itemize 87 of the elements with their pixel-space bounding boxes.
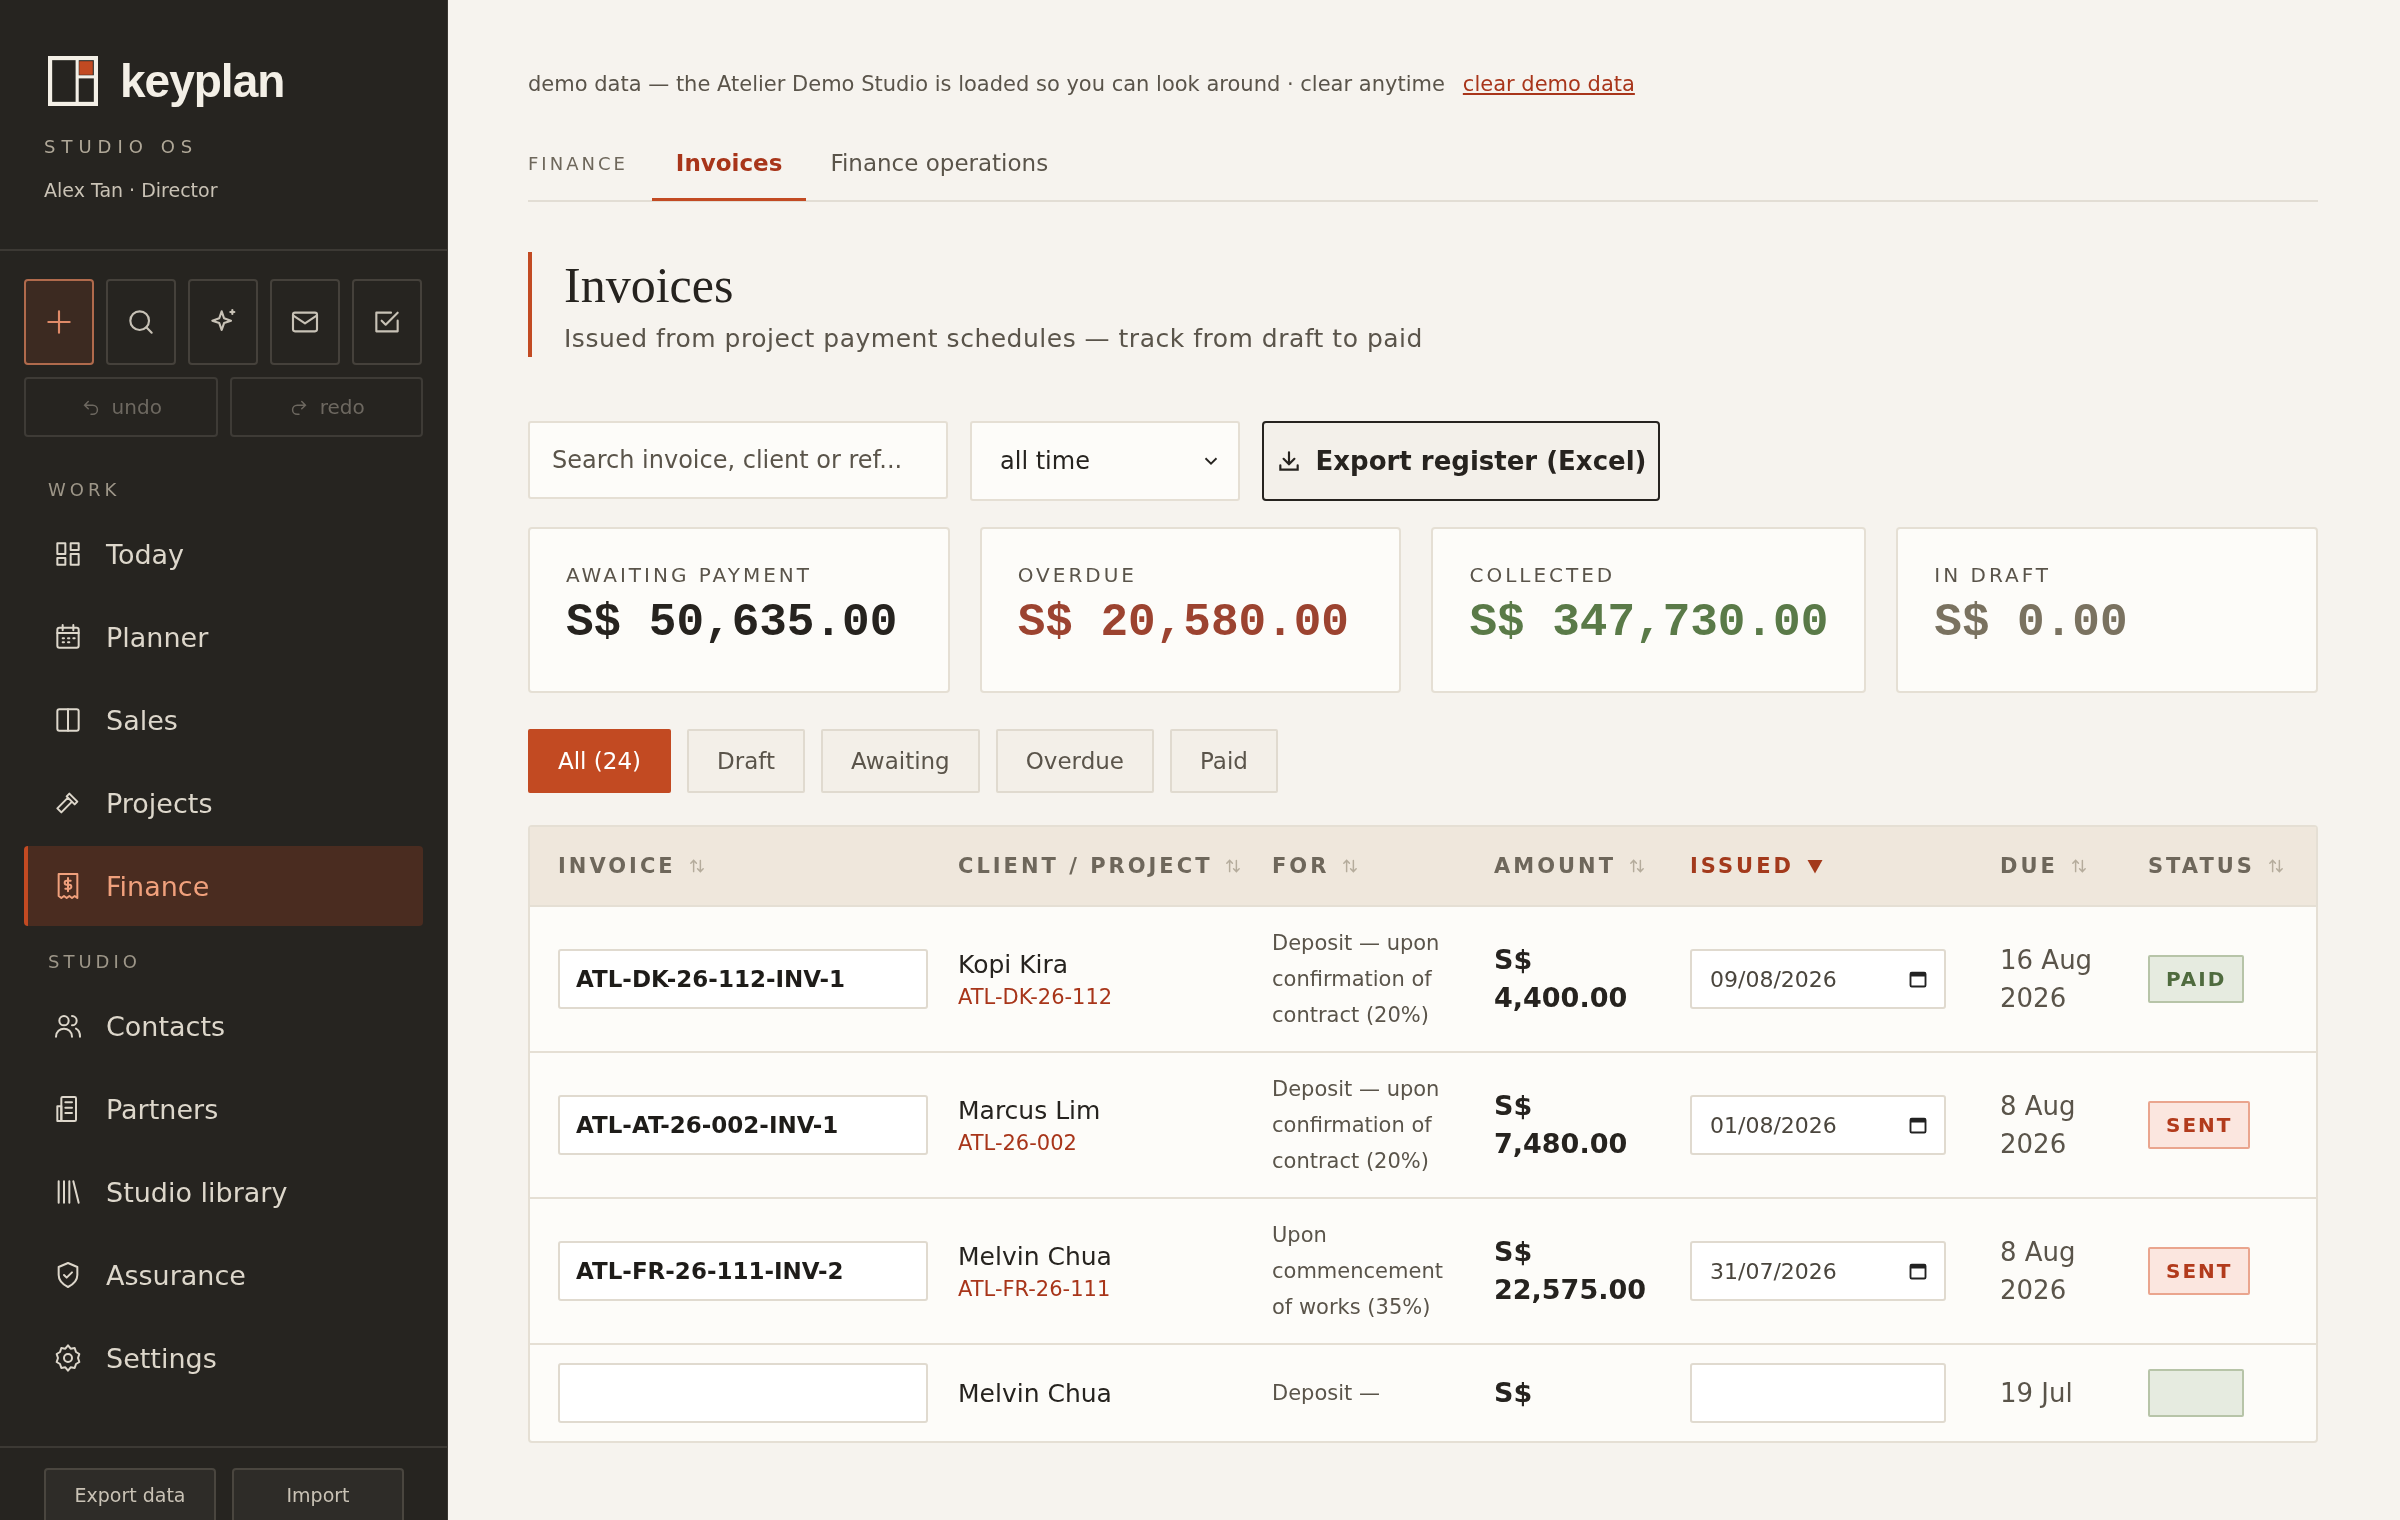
card-amount: S$ 347,730.00 xyxy=(1469,597,1829,649)
card-amount: S$ 20,580.00 xyxy=(1017,597,1350,649)
nav-item[interactable]: Partners xyxy=(24,1069,423,1149)
tasks-button[interactable] xyxy=(352,279,422,365)
client-name: Kopi Kira xyxy=(958,949,1070,979)
logo-icon xyxy=(48,56,98,106)
calendar-icon[interactable] xyxy=(1908,1115,1928,1135)
footer-button[interactable]: Export data xyxy=(44,1468,216,1520)
card-label: AWAITING PAYMENT xyxy=(566,563,813,587)
new-button[interactable] xyxy=(24,279,94,365)
sort-desc-icon[interactable] xyxy=(1805,857,1824,875)
due-date: 19 Jul xyxy=(2000,1377,2074,1410)
tab[interactable]: Finance operations xyxy=(806,127,1073,201)
nav-item[interactable]: Sales xyxy=(24,680,423,760)
section-heading: STUDIO xyxy=(47,950,142,974)
clear-demo-link[interactable]: clear demo data xyxy=(1462,72,1635,96)
mail-button[interactable] xyxy=(270,279,340,365)
project-link[interactable]: ATL-FR-26-111 xyxy=(958,1276,1272,1301)
payment-description: Deposit — upon confirmation of contract (20%) xyxy=(1272,930,1441,1029)
card-label: COLLECTED xyxy=(1469,563,1617,587)
card-label: IN DRAFT xyxy=(1934,563,2053,587)
column-header[interactable]: AMOUNT xyxy=(1494,854,1616,878)
due-date: 8 Aug 2026 xyxy=(2000,1236,2077,1307)
tab[interactable]: Invoices xyxy=(651,127,807,201)
column-header[interactable]: STATUS xyxy=(2148,854,2255,878)
invoice-number-field[interactable]: ATL-AT-26-002-INV-1 xyxy=(558,1095,928,1155)
search-field[interactable]: Search invoice, client or ref... xyxy=(528,421,948,499)
card-amount: S$ 0.00 xyxy=(1934,597,2129,649)
column-header[interactable]: INVOICE xyxy=(558,854,676,878)
due-date: 8 Aug 2026 xyxy=(2000,1090,2077,1161)
invoice-amount: S$ 22,575.00 xyxy=(1494,1235,1644,1307)
project-link[interactable]: ATL-26-002 xyxy=(958,1130,1272,1155)
nav-item[interactable]: Contacts xyxy=(24,986,423,1066)
invoice-number-field[interactable] xyxy=(558,1363,928,1423)
status-badge: SENT xyxy=(2148,1247,2251,1295)
issued-date-field[interactable] xyxy=(1690,1363,1946,1423)
brand-name: keyplan xyxy=(120,54,285,108)
invoice-number-field[interactable]: ATL-DK-26-112-INV-1 xyxy=(558,949,928,1009)
export-button[interactable]: Export register (Excel) xyxy=(1262,421,1660,501)
column-header[interactable]: CLIENT / PROJECT xyxy=(958,854,1213,878)
page-subtitle: Issued from project payment schedules — track from draft to paid xyxy=(564,324,1424,353)
filter-button[interactable]: Paid xyxy=(1169,729,1278,793)
column-header[interactable]: DUE xyxy=(2000,854,2058,878)
filter-button[interactable]: All (24) xyxy=(528,729,672,793)
nav-item[interactable]: Settings xyxy=(24,1318,423,1398)
issued-date-field[interactable]: 01/08/2026 xyxy=(1690,1095,1946,1155)
invoice-amount: S$ xyxy=(1494,1376,1534,1410)
client-name: Marcus Lim xyxy=(958,1095,1102,1125)
payment-description: Deposit — upon confirmation of contract (20%) xyxy=(1272,1076,1441,1175)
card-amount: S$ 50,635.00 xyxy=(566,597,899,649)
card-label: OVERDUE xyxy=(1017,563,1138,587)
section-heading: WORK xyxy=(47,478,122,502)
payment-description: Deposit — xyxy=(1272,1380,1381,1407)
status-badge: PAID xyxy=(2148,955,2245,1003)
nav-item[interactable]: Finance xyxy=(24,846,423,926)
filter-button[interactable]: Awaiting xyxy=(821,729,980,793)
breadcrumb: FINANCE xyxy=(528,152,628,174)
nav-item[interactable]: Planner xyxy=(24,597,423,677)
column-header[interactable]: FOR xyxy=(1272,854,1330,878)
period-select[interactable]: all time xyxy=(970,421,1240,501)
client-name: Melvin Chua xyxy=(958,1378,1113,1408)
footer-button[interactable]: Import xyxy=(232,1468,404,1520)
assistant-button[interactable] xyxy=(188,279,258,365)
issued-date-field[interactable]: 09/08/2026 xyxy=(1690,949,1946,1009)
search-button[interactable] xyxy=(106,279,176,365)
invoice-amount: S$ 7,480.00 xyxy=(1494,1089,1629,1161)
demo-notice: demo data — the Atelier Demo Studio is loaded so you can look around · clear anytime xyxy=(528,72,1445,96)
calendar-icon[interactable] xyxy=(1908,969,1928,989)
project-link[interactable]: ATL-DK-26-112 xyxy=(958,984,1272,1009)
issued-date-field[interactable]: 31/07/2026 xyxy=(1690,1241,1946,1301)
nav-item[interactable]: Assurance xyxy=(24,1235,423,1315)
nav-item[interactable]: Today xyxy=(24,514,423,594)
filter-button[interactable]: Overdue xyxy=(995,729,1154,793)
nav-item[interactable]: Projects xyxy=(24,763,423,843)
status-badge: SENT xyxy=(2148,1101,2251,1149)
column-header[interactable]: ISSUED xyxy=(1690,854,1794,878)
nav-item[interactable]: Studio library xyxy=(24,1152,423,1232)
client-name: Melvin Chua xyxy=(958,1241,1113,1271)
due-date: 16 Aug 2026 xyxy=(2000,944,2094,1015)
payment-description: Upon commencement of works (35%) xyxy=(1272,1222,1444,1321)
user-name: Alex Tan · Director xyxy=(0,157,447,251)
invoice-number-field[interactable]: ATL-FR-26-111-INV-2 xyxy=(558,1241,928,1301)
filter-button[interactable]: Draft xyxy=(687,729,806,793)
invoice-amount: S$ 4,400.00 xyxy=(1494,943,1629,1015)
tagline: STUDIO OS xyxy=(43,135,200,157)
page-title: Invoices xyxy=(564,256,735,314)
calendar-icon[interactable] xyxy=(1908,1261,1928,1281)
